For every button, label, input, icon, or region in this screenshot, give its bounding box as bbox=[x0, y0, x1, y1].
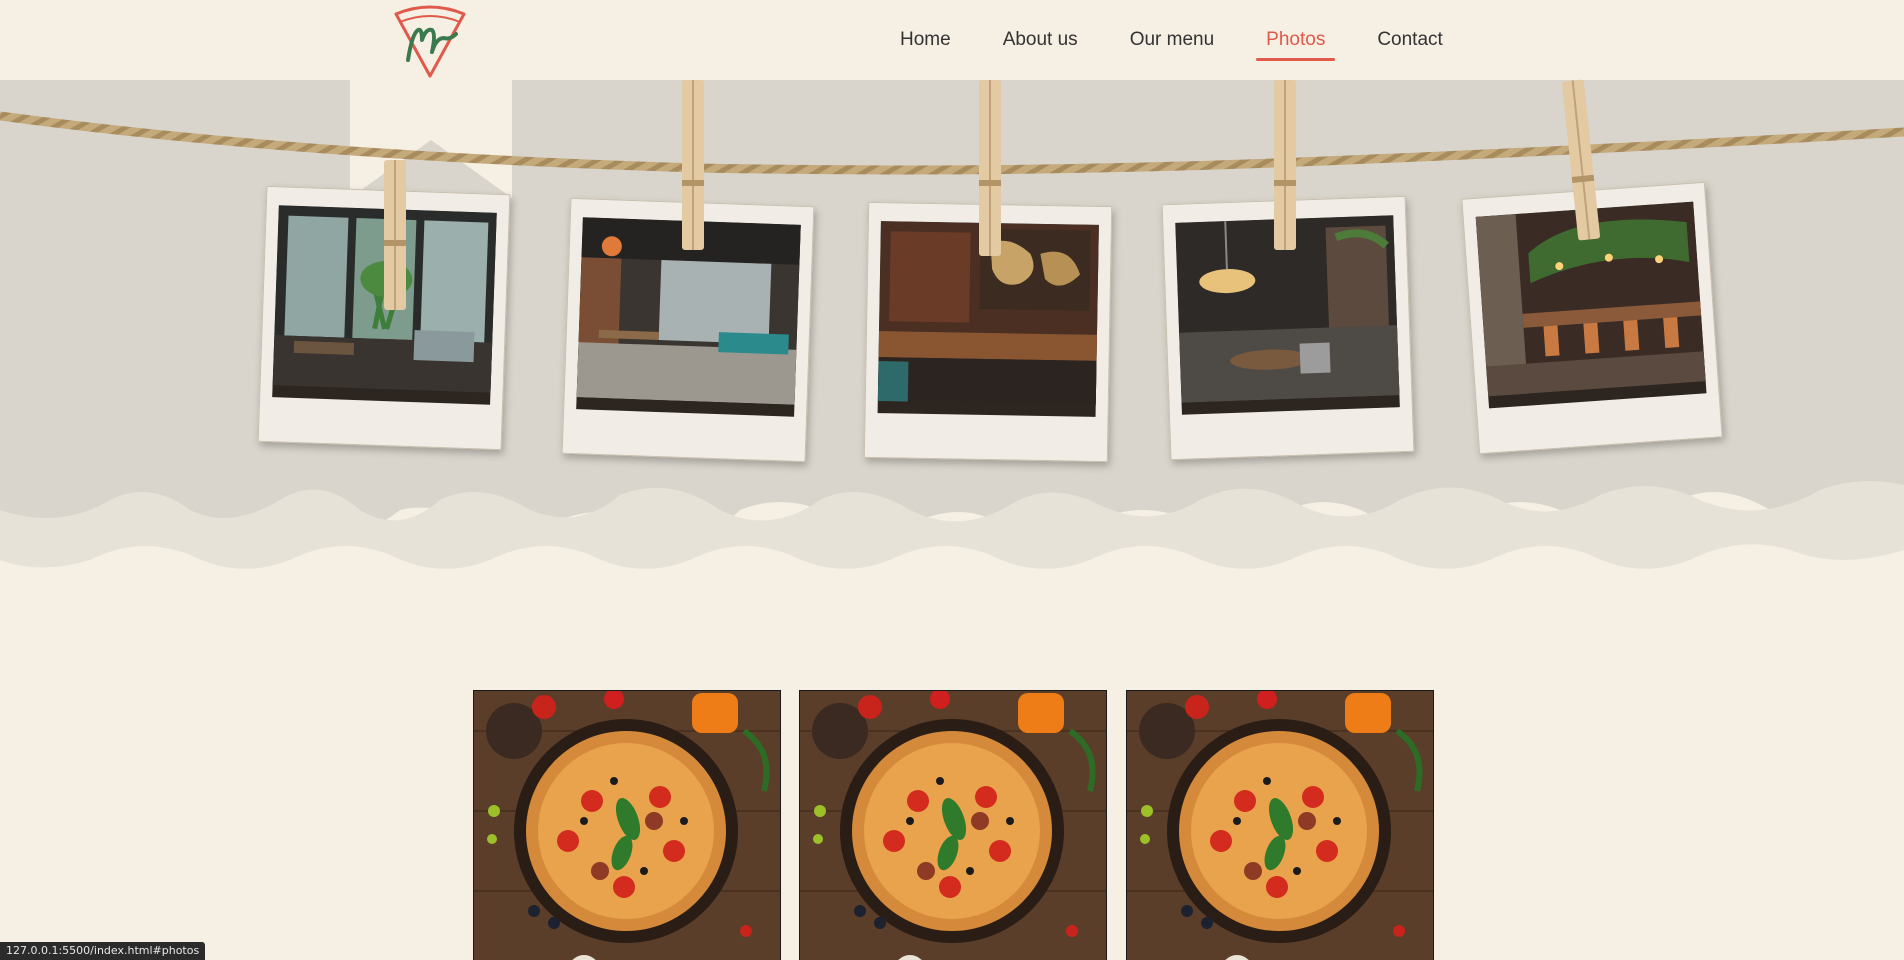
browser-status-url: 127.0.0.1:5500/index.html#photos bbox=[0, 942, 206, 960]
photo-gallery-band bbox=[0, 79, 1904, 620]
pizza-slice-logo-icon[interactable] bbox=[392, 4, 468, 80]
pizza-photo[interactable] bbox=[799, 690, 1107, 960]
nav-home[interactable]: Home bbox=[900, 19, 951, 61]
pizza-photo[interactable] bbox=[1126, 690, 1434, 960]
clothespin-icon bbox=[1272, 80, 1298, 250]
clothesline-rope bbox=[0, 111, 1904, 175]
clothespin-icon bbox=[382, 160, 408, 310]
nav-our-menu[interactable]: Our menu bbox=[1130, 19, 1214, 61]
nav-contact[interactable]: Contact bbox=[1377, 19, 1442, 61]
clothespin-icon bbox=[680, 80, 706, 250]
nav-about-us[interactable]: About us bbox=[1003, 19, 1078, 61]
nav-photos[interactable]: Photos bbox=[1256, 19, 1336, 61]
pizza-photo[interactable] bbox=[473, 690, 781, 960]
site-header: Home About us Our menu Photos Contact bbox=[0, 0, 1904, 80]
main-nav: Home About us Our menu Photos Contact bbox=[900, 0, 1495, 80]
clothespin-icon bbox=[977, 80, 1003, 256]
